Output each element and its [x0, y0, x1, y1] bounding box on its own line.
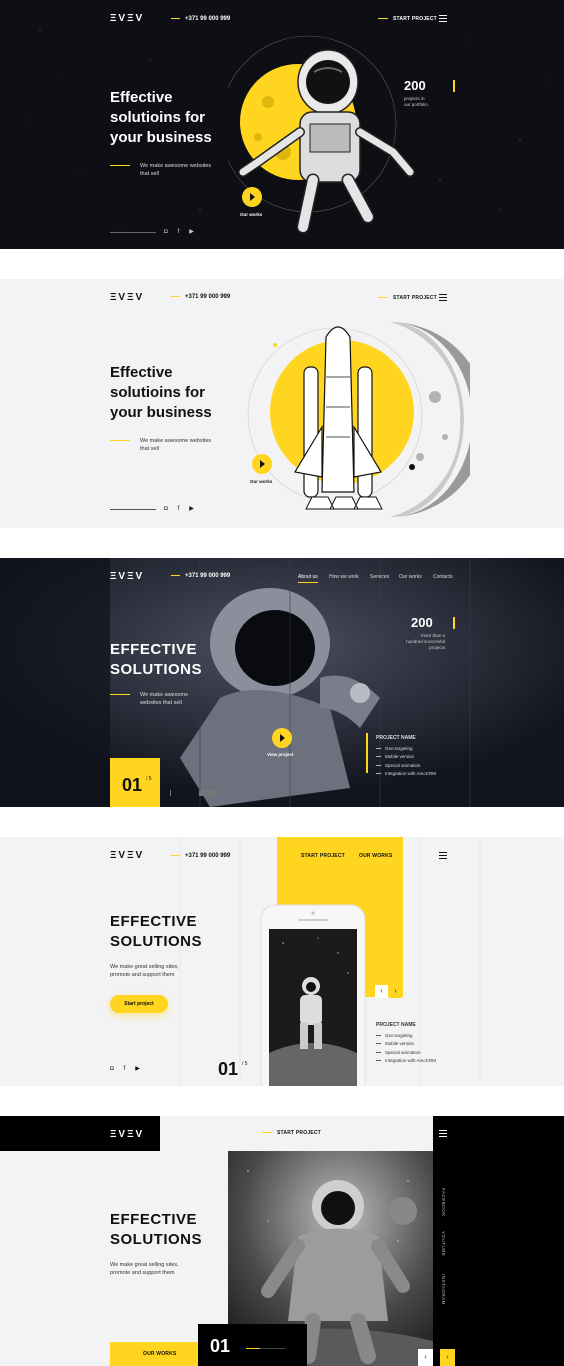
play-button[interactable] [272, 728, 292, 748]
accent-line [110, 440, 130, 441]
count-accent-bar [453, 80, 455, 92]
hero-title: Effective solutioins for your business [110, 364, 212, 421]
start-project-link[interactable]: START PROJECT [262, 1130, 321, 1136]
our-works-link[interactable]: OUR WORKS [344, 853, 392, 859]
our-works-label[interactable]: Our works [240, 212, 262, 217]
side-link-youtube[interactable]: YOUTUBE [441, 1231, 446, 1256]
slide-progress [246, 1348, 286, 1349]
our-works-link[interactable]: OUR WORKS [128, 1351, 176, 1357]
projects-count-caption: projects in our portfolio [404, 96, 428, 107]
play-button[interactable] [252, 454, 272, 474]
hero-panel-light-phone: ΞVΞV +371 99 000 999 START PROJECT OUR W… [0, 837, 564, 1086]
youtube-icon[interactable]: ▶ [189, 229, 194, 235]
hero-subtitle: We make awesome websites that sell [140, 438, 212, 452]
menu-icon[interactable] [439, 1130, 447, 1137]
divider-line [110, 232, 156, 233]
hero-subtitle: We make great selling sites, promote and … [110, 1262, 179, 1276]
start-project-link[interactable]: START PROJECT [378, 295, 437, 301]
logo[interactable]: ΞVΞV [110, 292, 144, 303]
astronaut-photo [0, 558, 564, 807]
youtube-icon[interactable]: ▶ [189, 506, 194, 512]
slide-counter: 01 [198, 1324, 307, 1366]
phone-number[interactable]: +371 99 000 999 [171, 853, 230, 859]
play-button[interactable] [242, 187, 262, 207]
our-works-label[interactable]: Our works [250, 479, 272, 484]
hero-title: EFFECTIVE SOLUTIONS [110, 913, 203, 950]
phone-number[interactable]: +371 99 000 999 [171, 16, 230, 22]
logo[interactable]: ΞVΞV [110, 13, 144, 24]
logo[interactable]: ΞVΞV [110, 1129, 144, 1140]
start-project-button[interactable]: Start project [110, 995, 168, 1013]
slide-progress-ticks [170, 790, 199, 796]
slide-counter: 01 / 5 [110, 758, 160, 807]
next-arrow-button[interactable]: › [440, 1349, 455, 1366]
phone-number[interactable]: +371 99 000 999 [171, 294, 230, 300]
project-info: PROJECT NAME Geo-targeting Mobile versio… [376, 734, 436, 779]
shuttle-moon-illustration [247, 322, 470, 517]
youtube-icon[interactable]: ▶ [135, 1066, 140, 1072]
next-arrow-button[interactable]: › [389, 985, 402, 998]
slide-number: 01 [210, 1336, 231, 1356]
social-links: ◘ f ▶ [164, 228, 204, 235]
slide-total: / 5 [242, 1061, 248, 1067]
menu-icon[interactable] [439, 294, 447, 301]
hero-panel-dark-photo: ΞVΞV +371 99 000 999 About us How we wor… [0, 558, 564, 807]
slide-total: / 5 [146, 776, 152, 782]
logo[interactable]: ΞVΞV [110, 850, 144, 861]
instagram-icon[interactable]: ◘ [110, 1066, 114, 1072]
slide-progress-fill [246, 1348, 260, 1349]
count-accent-bar [453, 617, 455, 629]
facebook-icon[interactable]: f [178, 229, 180, 235]
nav-how-we-work[interactable]: How we work [329, 574, 359, 580]
our-works-bar[interactable]: OUR WORKS [110, 1342, 198, 1366]
nav-services[interactable]: Services [370, 574, 389, 580]
side-link-instagram[interactable]: INSTAGRAM [441, 1274, 446, 1305]
hero-title: EFFECTIVE SOLUTIONS [110, 641, 203, 678]
facebook-icon[interactable]: f [178, 506, 180, 512]
logo[interactable]: ΞVΞV [110, 571, 144, 582]
hero-panel-dark-astronaut: ΞVΞV +371 99 000 999 START PROJECT Effec… [0, 0, 564, 249]
slide-number: 01 [122, 775, 143, 795]
projects-count: 200 [411, 615, 433, 630]
social-links: ◘ f ▶ [110, 1065, 150, 1072]
divider-line [110, 509, 156, 510]
project-accent-bar [366, 733, 368, 773]
start-project-link[interactable]: START PROJECT [286, 853, 345, 859]
view-project-label[interactable]: View project [267, 752, 293, 757]
phone-number[interactable]: +371 99 000 999 [171, 573, 230, 579]
prev-arrow-button[interactable]: ‹ [418, 1349, 433, 1366]
menu-icon[interactable] [439, 15, 447, 22]
right-black-column [433, 1116, 564, 1366]
hero-panel-split-photo: ΞVΞV START PROJECT EFFECTIVE SOLUTIONS We… [0, 1116, 564, 1366]
accent-line [110, 694, 130, 695]
instagram-icon[interactable]: ◘ [164, 229, 168, 235]
nav-our-works[interactable]: Our works [399, 574, 422, 580]
projects-count-caption: more than a hundred successful projects [406, 633, 445, 650]
nav-contacts[interactable]: Contacts [433, 574, 453, 580]
hero-title: Effective solutioins for your business [110, 89, 212, 146]
phone-mockup [260, 904, 366, 1086]
side-link-facebook[interactable]: FACEBOOK [441, 1188, 446, 1217]
accent-line [110, 165, 130, 166]
social-links: ◘ f ▶ [164, 505, 204, 512]
slide-number: 01 [218, 1059, 239, 1079]
hero-subtitle: We make great selling sites, promote and … [110, 964, 179, 978]
astronaut-illustration [228, 35, 415, 234]
project-info: PROJECT NAME Geo-targeting Mobile versio… [376, 1021, 436, 1066]
nav-about-us[interactable]: About us [298, 574, 318, 583]
hero-title: EFFECTIVE SOLUTIONS [110, 1211, 203, 1248]
hero-subtitle: We make awesome websites that sell [140, 163, 212, 177]
facebook-icon[interactable]: f [124, 1066, 126, 1072]
menu-icon[interactable] [439, 852, 447, 859]
hero-panel-light-shuttle: ΞVΞV +371 99 000 999 START PROJECT Effec… [0, 279, 564, 528]
prev-arrow-button[interactable]: ‹ [375, 985, 388, 998]
instagram-icon[interactable]: ◘ [164, 506, 168, 512]
projects-count: 200 [404, 78, 426, 93]
hero-subtitle: We make awesome websites that sell [140, 692, 189, 706]
